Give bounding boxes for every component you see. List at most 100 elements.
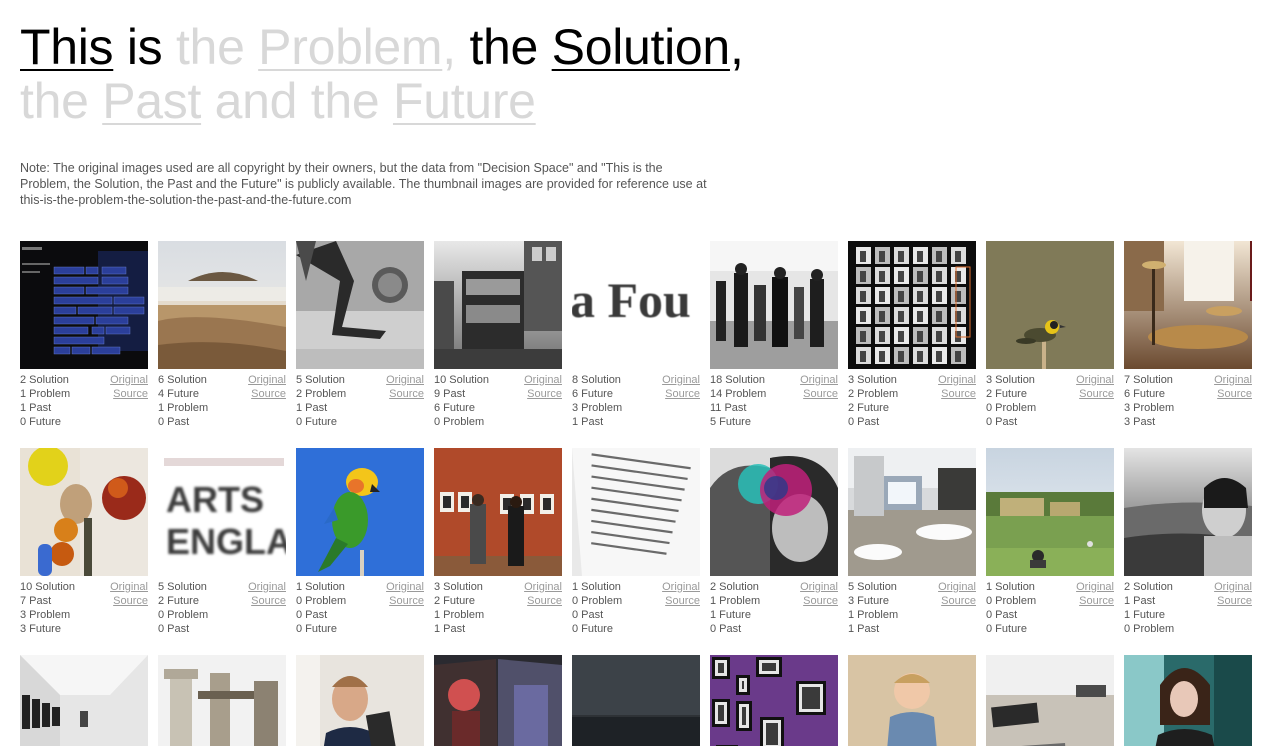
image-card: 3 Solution 2 Future 0 Problem 0 Past Origina…: [986, 241, 1114, 431]
source-link[interactable]: Source: [662, 387, 700, 401]
image-card: 1 Solution 0 Problem 0 Past 0 Future Origina…: [296, 448, 424, 638]
original-link[interactable]: Original: [662, 373, 700, 387]
source-links: Original Source: [110, 373, 148, 401]
thumbnail-image-conference-room[interactable]: [848, 448, 976, 576]
tag-count: 7 Past: [20, 595, 52, 607]
original-link[interactable]: Original: [938, 580, 976, 594]
thumbnail-image-open-book-pages[interactable]: [572, 448, 700, 576]
thumbnail-image-blurred-text-a-fou[interactable]: a Fou: [572, 241, 700, 369]
original-link[interactable]: Original: [110, 373, 148, 387]
tag-count: 2 Problem: [296, 388, 347, 400]
tag-counts: 3 Solution 2 Future 1 Problem 1 Past: [434, 580, 484, 636]
original-link[interactable]: Original: [524, 580, 562, 594]
tag-count: 3 Solution: [986, 374, 1035, 386]
source-links: Original Source: [248, 580, 286, 608]
original-link[interactable]: Original: [248, 580, 286, 594]
problem-link[interactable]: Problem: [258, 19, 442, 75]
thumbnail-image-drum-kit-in-room[interactable]: [1124, 241, 1252, 369]
image-card: a Fou 8 Solution 6 Future 3 Problem 1 Past Or…: [572, 241, 700, 431]
thumbnail-image-bw-leg-kicking-ball[interactable]: [296, 241, 424, 369]
source-link[interactable]: Source: [1214, 594, 1252, 608]
thumbnail-image-fruit-still-life[interactable]: [20, 448, 148, 576]
source-link[interactable]: Source: [524, 387, 562, 401]
original-link[interactable]: Original: [662, 580, 700, 594]
image-card: [710, 655, 838, 746]
source-link[interactable]: Source: [938, 387, 976, 401]
original-link[interactable]: Original: [1076, 373, 1114, 387]
original-link[interactable]: Original: [386, 580, 424, 594]
thumbnail-image-ruined-stone-columns[interactable]: [158, 655, 286, 746]
thumbnail-image-gallery-red-wall-visitors[interactable]: [434, 448, 562, 576]
original-link[interactable]: Original: [1076, 580, 1114, 594]
this-link[interactable]: This: [20, 19, 114, 75]
tag-counts: 10 Solution 9 Past 6 Future 0 Problem: [434, 373, 489, 429]
source-link[interactable]: Source: [110, 594, 148, 608]
thumbnail-image-parrot-on-blue[interactable]: [296, 448, 424, 576]
thumbnail-image-contact-sheet-photos[interactable]: [848, 241, 976, 369]
source-link[interactable]: Source: [110, 387, 148, 401]
original-link[interactable]: Original: [386, 373, 424, 387]
tag-count: 0 Past: [986, 416, 1018, 428]
tag-count: 3 Problem: [1124, 402, 1175, 414]
source-link[interactable]: Source: [938, 594, 976, 608]
original-link[interactable]: Original: [524, 373, 562, 387]
tag-count: 11 Past: [710, 402, 747, 414]
source-link[interactable]: Source: [1214, 387, 1252, 401]
thumbnail-image-dark-sea-horizon[interactable]: [572, 655, 700, 746]
original-link[interactable]: Original: [110, 580, 148, 594]
original-link[interactable]: Original: [1214, 580, 1252, 594]
tag-count: 6 Future: [572, 388, 613, 400]
solution-link[interactable]: Solution: [552, 19, 731, 75]
thumbnail-image-magazine-spread[interactable]: [434, 655, 562, 746]
thumbnail-image-toddler-on-floor[interactable]: [848, 655, 976, 746]
thumbnail-image-bw-double-decker-bus[interactable]: [434, 241, 562, 369]
title-text: ,: [442, 19, 470, 75]
thumbnail-image-park-with-building[interactable]: [986, 448, 1114, 576]
original-link[interactable]: Original: [938, 373, 976, 387]
source-link[interactable]: Source: [800, 387, 838, 401]
source-link[interactable]: Source: [248, 594, 286, 608]
thumbnail-image-man-holding-object[interactable]: [296, 655, 424, 746]
thumbnail-image-dark-tag-cloud-screen[interactable]: [20, 241, 148, 369]
thumbnail-image-bw-gallery-crowd[interactable]: [710, 241, 838, 369]
past-link[interactable]: Past: [102, 73, 201, 129]
thumbnail-image-bw-woman-by-sea[interactable]: [1124, 448, 1252, 576]
thumbnail-image-kissing-couple-collage[interactable]: [710, 448, 838, 576]
source-link[interactable]: Source: [524, 594, 562, 608]
thumbnail-image-arts-council-england-sign[interactable]: ARTS ENGLA: [158, 448, 286, 576]
source-link[interactable]: Source: [662, 594, 700, 608]
tag-count: 18 Solution: [710, 374, 766, 386]
original-link[interactable]: Original: [248, 373, 286, 387]
tag-counts: 1 Solution 0 Problem 0 Past 0 Future: [986, 580, 1036, 636]
thumbnail-image-white-gallery-hall[interactable]: [20, 655, 148, 746]
thumbnail-image-framed-photos-purple-wall[interactable]: [710, 655, 838, 746]
image-card: [158, 655, 286, 746]
original-link[interactable]: Original: [800, 580, 838, 594]
tag-count: 0 Problem: [986, 595, 1037, 607]
source-links: Original Source: [938, 373, 976, 401]
thumbnail-image-misty-mountain-landscape[interactable]: [158, 241, 286, 369]
future-link[interactable]: Future: [393, 73, 536, 129]
original-link[interactable]: Original: [800, 373, 838, 387]
source-link[interactable]: Source: [386, 387, 424, 401]
source-link[interactable]: Source: [386, 594, 424, 608]
tag-count: 1 Solution: [296, 581, 345, 593]
source-link[interactable]: Source: [800, 594, 838, 608]
thumbnail-image-woman-in-teal-room[interactable]: [1124, 655, 1252, 746]
page-title: This is the Problem, the Solution, the Pa…: [20, 20, 920, 128]
image-card: [20, 655, 148, 746]
tag-count: 0 Problem: [572, 595, 623, 607]
original-link[interactable]: Original: [1214, 373, 1252, 387]
thumbnail-image-bird-on-stick[interactable]: [986, 241, 1114, 369]
tag-count: 0 Future: [986, 623, 1027, 635]
tag-count: 9 Past: [434, 388, 466, 400]
tag-count: 10 Solution: [434, 374, 490, 386]
tag-count: 1 Past: [296, 402, 328, 414]
thumbnail-image-books-on-table[interactable]: [986, 655, 1114, 746]
source-link[interactable]: Source: [248, 387, 286, 401]
source-link[interactable]: Source: [1076, 594, 1114, 608]
source-link[interactable]: Source: [1076, 387, 1114, 401]
image-card: 10 Solution 7 Past 3 Problem 3 Future Origin…: [20, 448, 148, 638]
image-card: [296, 655, 424, 746]
source-links: Original Source: [662, 580, 700, 608]
